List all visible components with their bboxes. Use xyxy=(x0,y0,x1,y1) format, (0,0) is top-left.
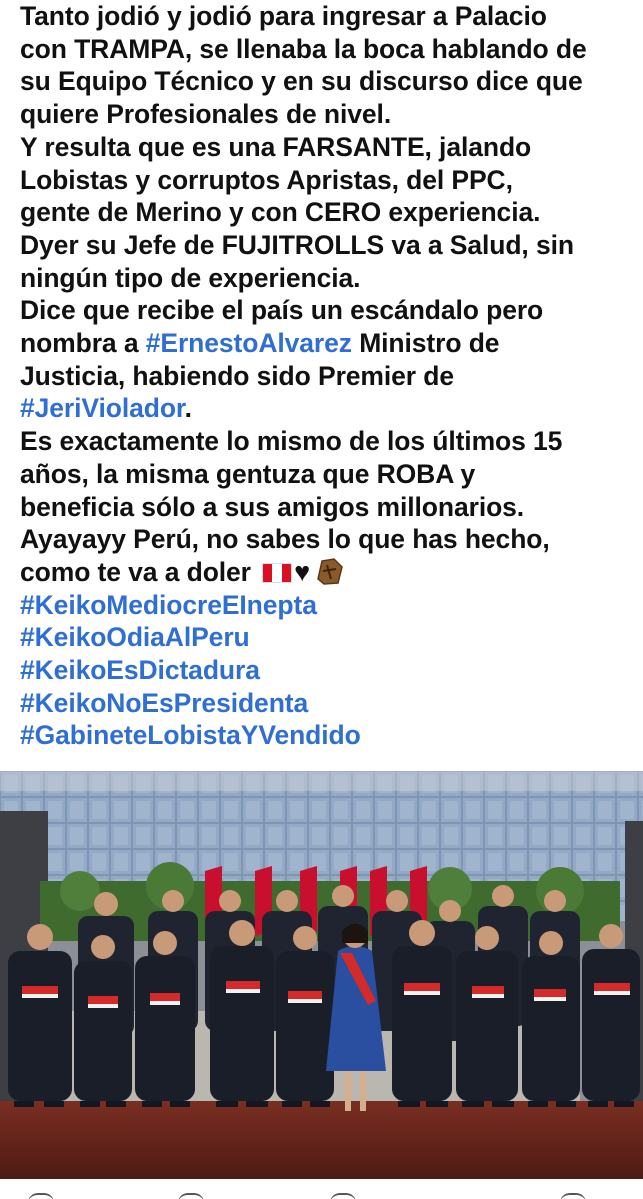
post-line: #JeriViolador. xyxy=(20,393,192,424)
like-icon[interactable] xyxy=(28,1193,54,1199)
post-line: con TRAMPA, se llenaba la boca hablando … xyxy=(20,33,587,64)
post-line: su Equipo Técnico y en su discurso dice … xyxy=(20,66,583,97)
post-body: Tanto jodió y jodió para ingresar a Pala… xyxy=(20,0,635,752)
post-line: Dice que recibe el país un escándalo per… xyxy=(20,295,544,326)
more-icon[interactable] xyxy=(560,1193,586,1199)
post-line: Y resulta que es una FARSANTE, jalando xyxy=(20,131,532,162)
post-line: quiere Profesionales de nivel. xyxy=(20,99,392,130)
peru-flag-icon xyxy=(262,562,293,583)
comment-icon[interactable] xyxy=(178,1193,204,1199)
coffin-icon xyxy=(317,558,343,585)
black-heart-icon: ♥ xyxy=(294,556,311,587)
post-line: años, la misma gentuza que ROBA y xyxy=(20,458,476,489)
social-post: Tanto jodió y jodió para ingresar a Pala… xyxy=(0,0,643,1199)
hashtag-link[interactable]: #KeikoEsDictadura xyxy=(20,654,635,687)
hashtag-link[interactable]: #KeikoMediocreEInepta xyxy=(20,589,635,622)
post-line: nombra a #ErnestoAlvarez Ministro de xyxy=(20,328,500,359)
hashtag-link[interactable]: #KeikoOdiaAlPeru xyxy=(20,621,635,654)
hashtag-link-jeriviolador[interactable]: #JeriViolador xyxy=(20,393,185,423)
post-action-bar xyxy=(0,1183,643,1199)
post-line: ningún tipo de experiencia. xyxy=(20,262,361,293)
post-line: beneficia sólo a sus amigos millonarios. xyxy=(20,491,525,522)
post-line: gente de Merino y con CERO experiencia. xyxy=(20,197,541,228)
post-line: Tanto jodió y jodió para ingresar a Pala… xyxy=(20,1,547,31)
post-line: Ayayayy Perú, no sabes lo que has hecho, xyxy=(20,524,550,555)
post-photo[interactable] xyxy=(0,771,643,1179)
post-line: Justicia, habiendo sido Premier de xyxy=(20,360,454,391)
share-icon[interactable] xyxy=(330,1193,356,1199)
hashtag-link-ernestoalvarez[interactable]: #ErnestoAlvarez xyxy=(146,328,352,358)
post-line: Es exactamente lo mismo de los últimos 1… xyxy=(20,426,563,457)
hashtag-link[interactable]: #GabineteLobistaYVendido xyxy=(20,719,635,752)
hashtag-link[interactable]: #KeikoNoEsPresidenta xyxy=(20,687,635,720)
post-line: como te va a doler ♥ xyxy=(20,556,635,589)
cabinet-group-photo xyxy=(0,771,643,1179)
post-line: Lobistas y corruptos Apristas, del PPC, xyxy=(20,164,513,195)
post-line: Dyer su Jefe de FUJITROLLS va a Salud, s… xyxy=(20,229,574,260)
